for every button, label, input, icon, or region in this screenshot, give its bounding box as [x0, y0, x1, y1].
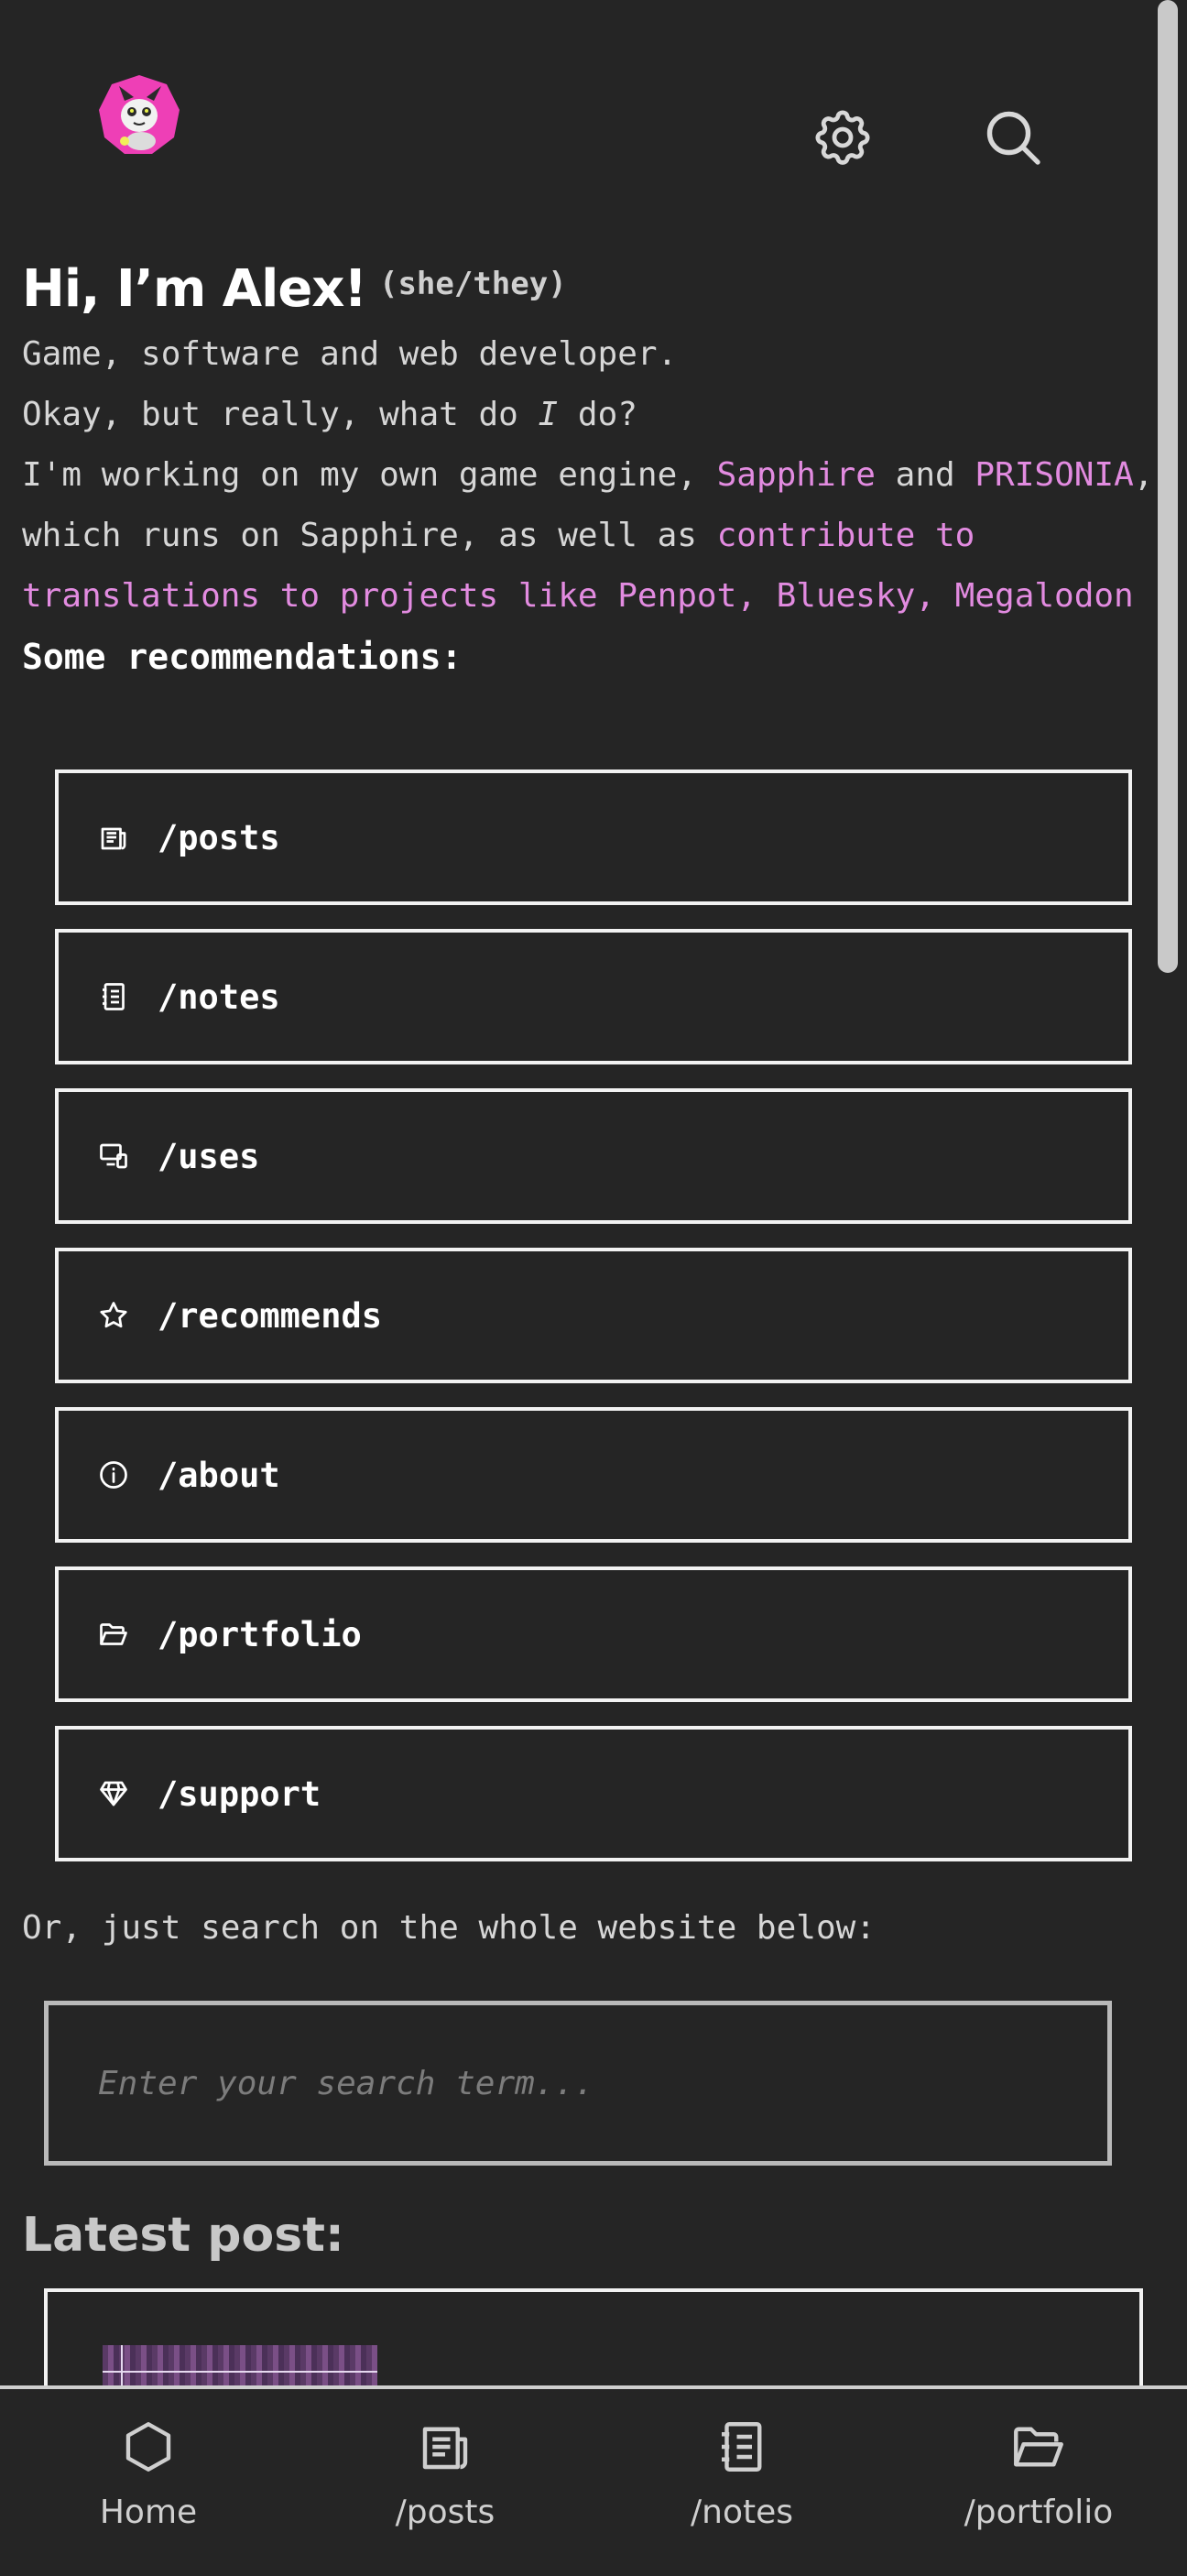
- reco-portfolio-button[interactable]: /portfolio: [55, 1566, 1132, 1702]
- intro-line-3: I'm working on my own game engine, Sapph…: [22, 456, 1154, 615]
- reco-about-button[interactable]: /about: [55, 1407, 1132, 1543]
- notebook-icon: [712, 2417, 772, 2477]
- nav-notes[interactable]: /notes: [594, 2389, 890, 2576]
- reco-support-button[interactable]: /support: [55, 1726, 1132, 1861]
- latest-post-heading: Latest post:: [22, 2208, 344, 2263]
- newspaper-icon: [415, 2417, 475, 2477]
- avatar[interactable]: [97, 73, 181, 158]
- sapphire-link[interactable]: Sapphire: [717, 456, 876, 494]
- search-icon[interactable]: [980, 104, 1046, 170]
- diamond-icon: [95, 1775, 132, 1812]
- reco-label: /posts: [158, 817, 280, 857]
- nav-posts[interactable]: /posts: [297, 2389, 594, 2576]
- newspaper-icon: [95, 819, 132, 856]
- nav-label: /notes: [691, 2494, 793, 2531]
- info-icon: [95, 1457, 132, 1493]
- recommendations-heading: Some recommendations:: [22, 637, 463, 677]
- search-prompt: Or, just search on the whole website bel…: [22, 1909, 876, 1947]
- nav-label: /portfolio: [964, 2494, 1114, 2531]
- devices-icon: [95, 1138, 132, 1174]
- nav-home[interactable]: Home: [0, 2389, 297, 2576]
- notebook-icon: [95, 978, 132, 1015]
- reco-label: /support: [158, 1774, 321, 1814]
- page-title: Hi, I’m Alex!: [22, 259, 367, 319]
- reco-label: /uses: [158, 1136, 260, 1176]
- search-input[interactable]: [44, 2001, 1112, 2166]
- star-icon: [95, 1297, 132, 1334]
- gear-icon[interactable]: [810, 104, 876, 170]
- reco-label: /about: [158, 1455, 280, 1495]
- intro-line-1: Game, software and web developer.: [22, 335, 678, 373]
- prisonia-link[interactable]: PRISONIA: [975, 456, 1133, 494]
- folder-open-icon: [1008, 2417, 1069, 2477]
- folder-open-icon: [95, 1616, 132, 1653]
- intro-line-2: Okay, but really, what do I do?: [22, 396, 637, 433]
- reco-posts-button[interactable]: /posts: [55, 770, 1132, 905]
- scrollbar[interactable]: [1158, 0, 1178, 973]
- nav-portfolio[interactable]: /portfolio: [890, 2389, 1187, 2576]
- reco-label: /notes: [158, 977, 280, 1017]
- intro-section: Hi, I’m Alex! (she/they) Game, software …: [22, 255, 1167, 687]
- nav-label: Home: [99, 2494, 198, 2531]
- reco-notes-button[interactable]: /notes: [55, 929, 1132, 1064]
- reco-label: /portfolio: [158, 1614, 362, 1654]
- hexagon-icon: [118, 2417, 179, 2477]
- nav-label: /posts: [395, 2494, 495, 2531]
- recommendations-list: /posts /notes /uses /recommends /about /…: [55, 770, 1132, 1885]
- reco-uses-button[interactable]: /uses: [55, 1088, 1132, 1224]
- bottom-nav: Home /posts /notes /portfolio: [0, 2385, 1187, 2576]
- pronouns: (she/they): [378, 266, 567, 302]
- reco-recommends-button[interactable]: /recommends: [55, 1248, 1132, 1383]
- reco-label: /recommends: [158, 1295, 383, 1336]
